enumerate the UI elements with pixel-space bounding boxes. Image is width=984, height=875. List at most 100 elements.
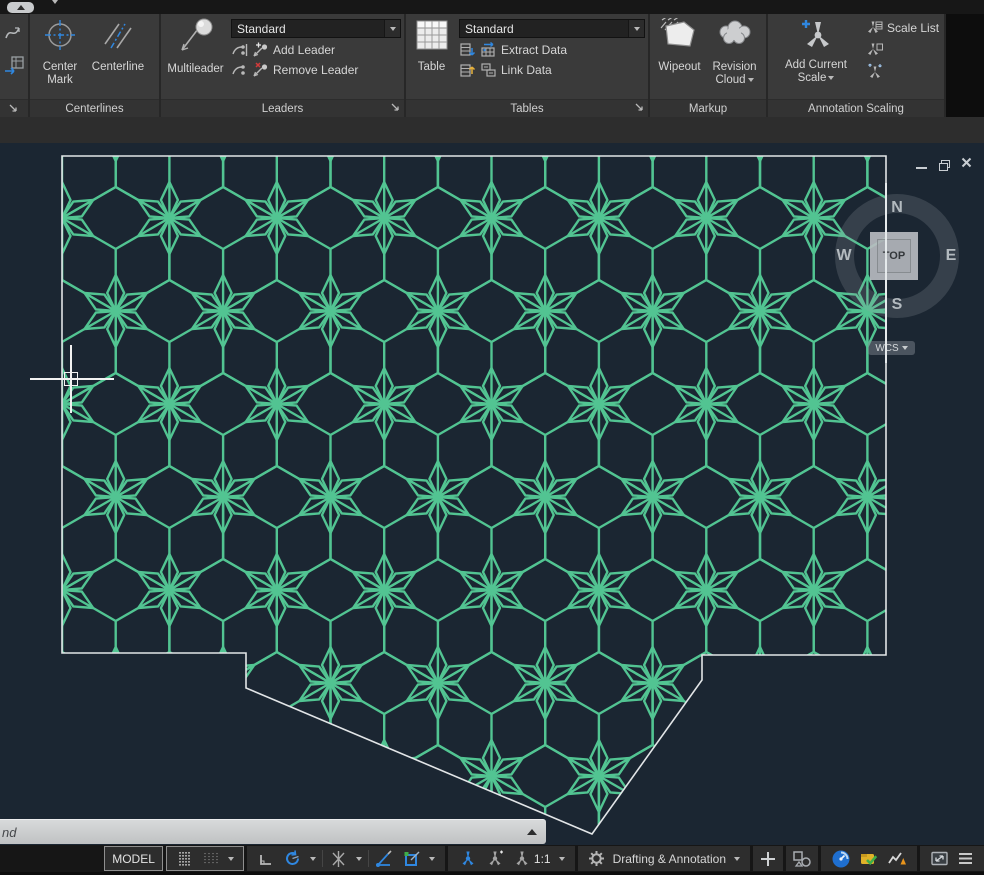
viewcube-wcs-menu[interactable]: WCS [868, 341, 915, 355]
remove-leader-button[interactable]: Remove Leader [231, 62, 401, 78]
multileader-button[interactable]: Multileader [164, 16, 227, 78]
add-current-scale-icon [796, 18, 836, 56]
wipeout-button[interactable]: Wipeout [653, 15, 706, 76]
annotation-scale-icon [516, 851, 528, 866]
annotation-scale-update-button[interactable] [867, 63, 939, 81]
graphics-performance-button[interactable] [883, 847, 911, 870]
revision-cloud-button[interactable]: Revision Cloud [706, 16, 763, 89]
divider [367, 850, 369, 867]
centerline-button[interactable]: Centerline [87, 16, 149, 76]
isometric-drafting-button[interactable] [325, 847, 352, 870]
viewcube-west[interactable]: W [836, 247, 851, 265]
ribbon-collapse-button[interactable] [7, 2, 34, 13]
snap-grid-icon [179, 851, 190, 866]
annotation-visibility-button[interactable] [454, 847, 481, 870]
ortho-icon [259, 854, 271, 865]
panel-tables: Table Standard Extract Data Link Data Ta… [406, 14, 650, 117]
grid-display-button[interactable] [198, 847, 224, 870]
combo-caret[interactable] [384, 20, 400, 37]
model-button[interactable]: MODEL [104, 846, 163, 871]
panel-annotation-scaling-title[interactable]: Annotation Scaling [768, 99, 944, 117]
divider [321, 850, 323, 867]
add-current-scale-button[interactable]: Add Current Scale [771, 16, 861, 87]
snap-mode-button[interactable] [172, 847, 198, 870]
command-line-bar[interactable]: nd [0, 819, 546, 844]
table-style-value: Standard [465, 21, 514, 36]
trusted-location-button[interactable] [855, 847, 883, 870]
table-icon [414, 18, 450, 58]
object-snap-caret[interactable] [425, 847, 439, 870]
table-button[interactable]: Table [409, 16, 454, 76]
customization-button[interactable] [953, 847, 978, 870]
panel-tables-title[interactable]: Tables [406, 99, 648, 117]
annotation-scale-sync-button[interactable] [867, 41, 939, 59]
scale-list-button[interactable]: Scale List [867, 20, 939, 35]
restore-icon[interactable] [939, 159, 950, 171]
chevron-down-icon [355, 856, 362, 861]
command-expand-icon[interactable] [527, 829, 537, 835]
workspace-switching-button[interactable] [584, 847, 609, 870]
ortho-mode-button[interactable] [253, 847, 279, 870]
hardware-acceleration-button[interactable] [827, 847, 855, 870]
polar-settings-caret[interactable] [306, 847, 320, 870]
panel-markup-title[interactable]: Markup [650, 99, 766, 117]
edit-polyline-icon[interactable] [3, 20, 25, 49]
panel-centerlines: Center Mark Centerline Centerlines [30, 14, 161, 117]
minimize-icon[interactable] [916, 166, 927, 169]
drafting-modes-group [246, 846, 445, 871]
dialog-launcher-icon[interactable] [391, 103, 400, 112]
extract-data-icon-b [480, 42, 497, 58]
object-snap-button[interactable] [398, 847, 425, 870]
polar-tracking-button[interactable] [279, 847, 306, 870]
multileader-style-combo[interactable]: Standard [231, 19, 401, 38]
screen-group [920, 846, 984, 871]
wipeout-label: Wipeout [658, 61, 701, 73]
center-mark-button[interactable]: Center Mark [33, 16, 87, 89]
status-bar: MODEL 1:1 Drafting & Annotation [0, 845, 984, 875]
viewcube-south[interactable]: S [892, 296, 903, 314]
panel-markup: Wipeout Revision Cloud Markup [650, 14, 768, 117]
fullscreen-icon [931, 851, 948, 866]
chevron-down-icon [428, 856, 435, 861]
grid-settings-caret[interactable] [224, 847, 238, 870]
object-snap-tracking-button[interactable] [371, 847, 398, 870]
multileader-icon [174, 18, 218, 60]
polar-tracking-icon [285, 850, 299, 865]
link-data-icon-a [459, 62, 476, 78]
model-space-viewport[interactable]: N W E S TOP WCS [0, 143, 984, 845]
command-line-text: nd [2, 824, 17, 840]
panel-partial [0, 14, 30, 117]
chevron-down-icon [309, 856, 316, 861]
panel-leaders-title[interactable]: Leaders [161, 99, 404, 117]
annotation-scale-button[interactable]: 1:1 [508, 847, 555, 870]
table-export-icon[interactable] [3, 53, 25, 82]
table-style-combo[interactable]: Standard [459, 19, 645, 38]
extract-data-button[interactable]: Extract Data [459, 42, 645, 58]
link-data-button[interactable]: Link Data [459, 62, 645, 78]
panel-centerlines-title[interactable]: Centerlines [30, 99, 159, 117]
add-leader-button[interactable]: Add Leader [231, 42, 401, 58]
autocad-window: Center Mark Centerline Centerlines Multi… [0, 0, 984, 875]
clean-screen-button[interactable] [926, 847, 953, 870]
viewcube-top-face[interactable]: TOP [870, 232, 918, 280]
dialog-launcher-icon[interactable] [9, 104, 18, 113]
annotation-scale-caret[interactable] [555, 847, 569, 870]
ribbon-bottom-strip [0, 117, 984, 144]
shapes-icon [793, 850, 811, 867]
title-strip [0, 0, 984, 21]
autoscale-button[interactable] [481, 847, 508, 870]
close-icon[interactable] [961, 155, 972, 173]
combo-caret[interactable] [628, 20, 644, 37]
chevron-down-icon [901, 346, 908, 350]
viewcube-north[interactable]: N [891, 199, 903, 217]
dialog-launcher-icon[interactable] [635, 103, 644, 112]
isodraft-caret[interactable] [352, 847, 366, 870]
workspace-caret[interactable] [730, 847, 744, 870]
ribbon: Center Mark Centerline Centerlines Multi… [0, 14, 984, 117]
leader-curve-icon [231, 62, 248, 78]
viewcube-east[interactable]: E [946, 247, 957, 265]
workspace-label[interactable]: Drafting & Annotation [609, 847, 730, 870]
graphics-group [821, 846, 917, 871]
quick-properties-button[interactable] [786, 846, 818, 871]
annotation-monitor-button[interactable] [753, 846, 783, 871]
